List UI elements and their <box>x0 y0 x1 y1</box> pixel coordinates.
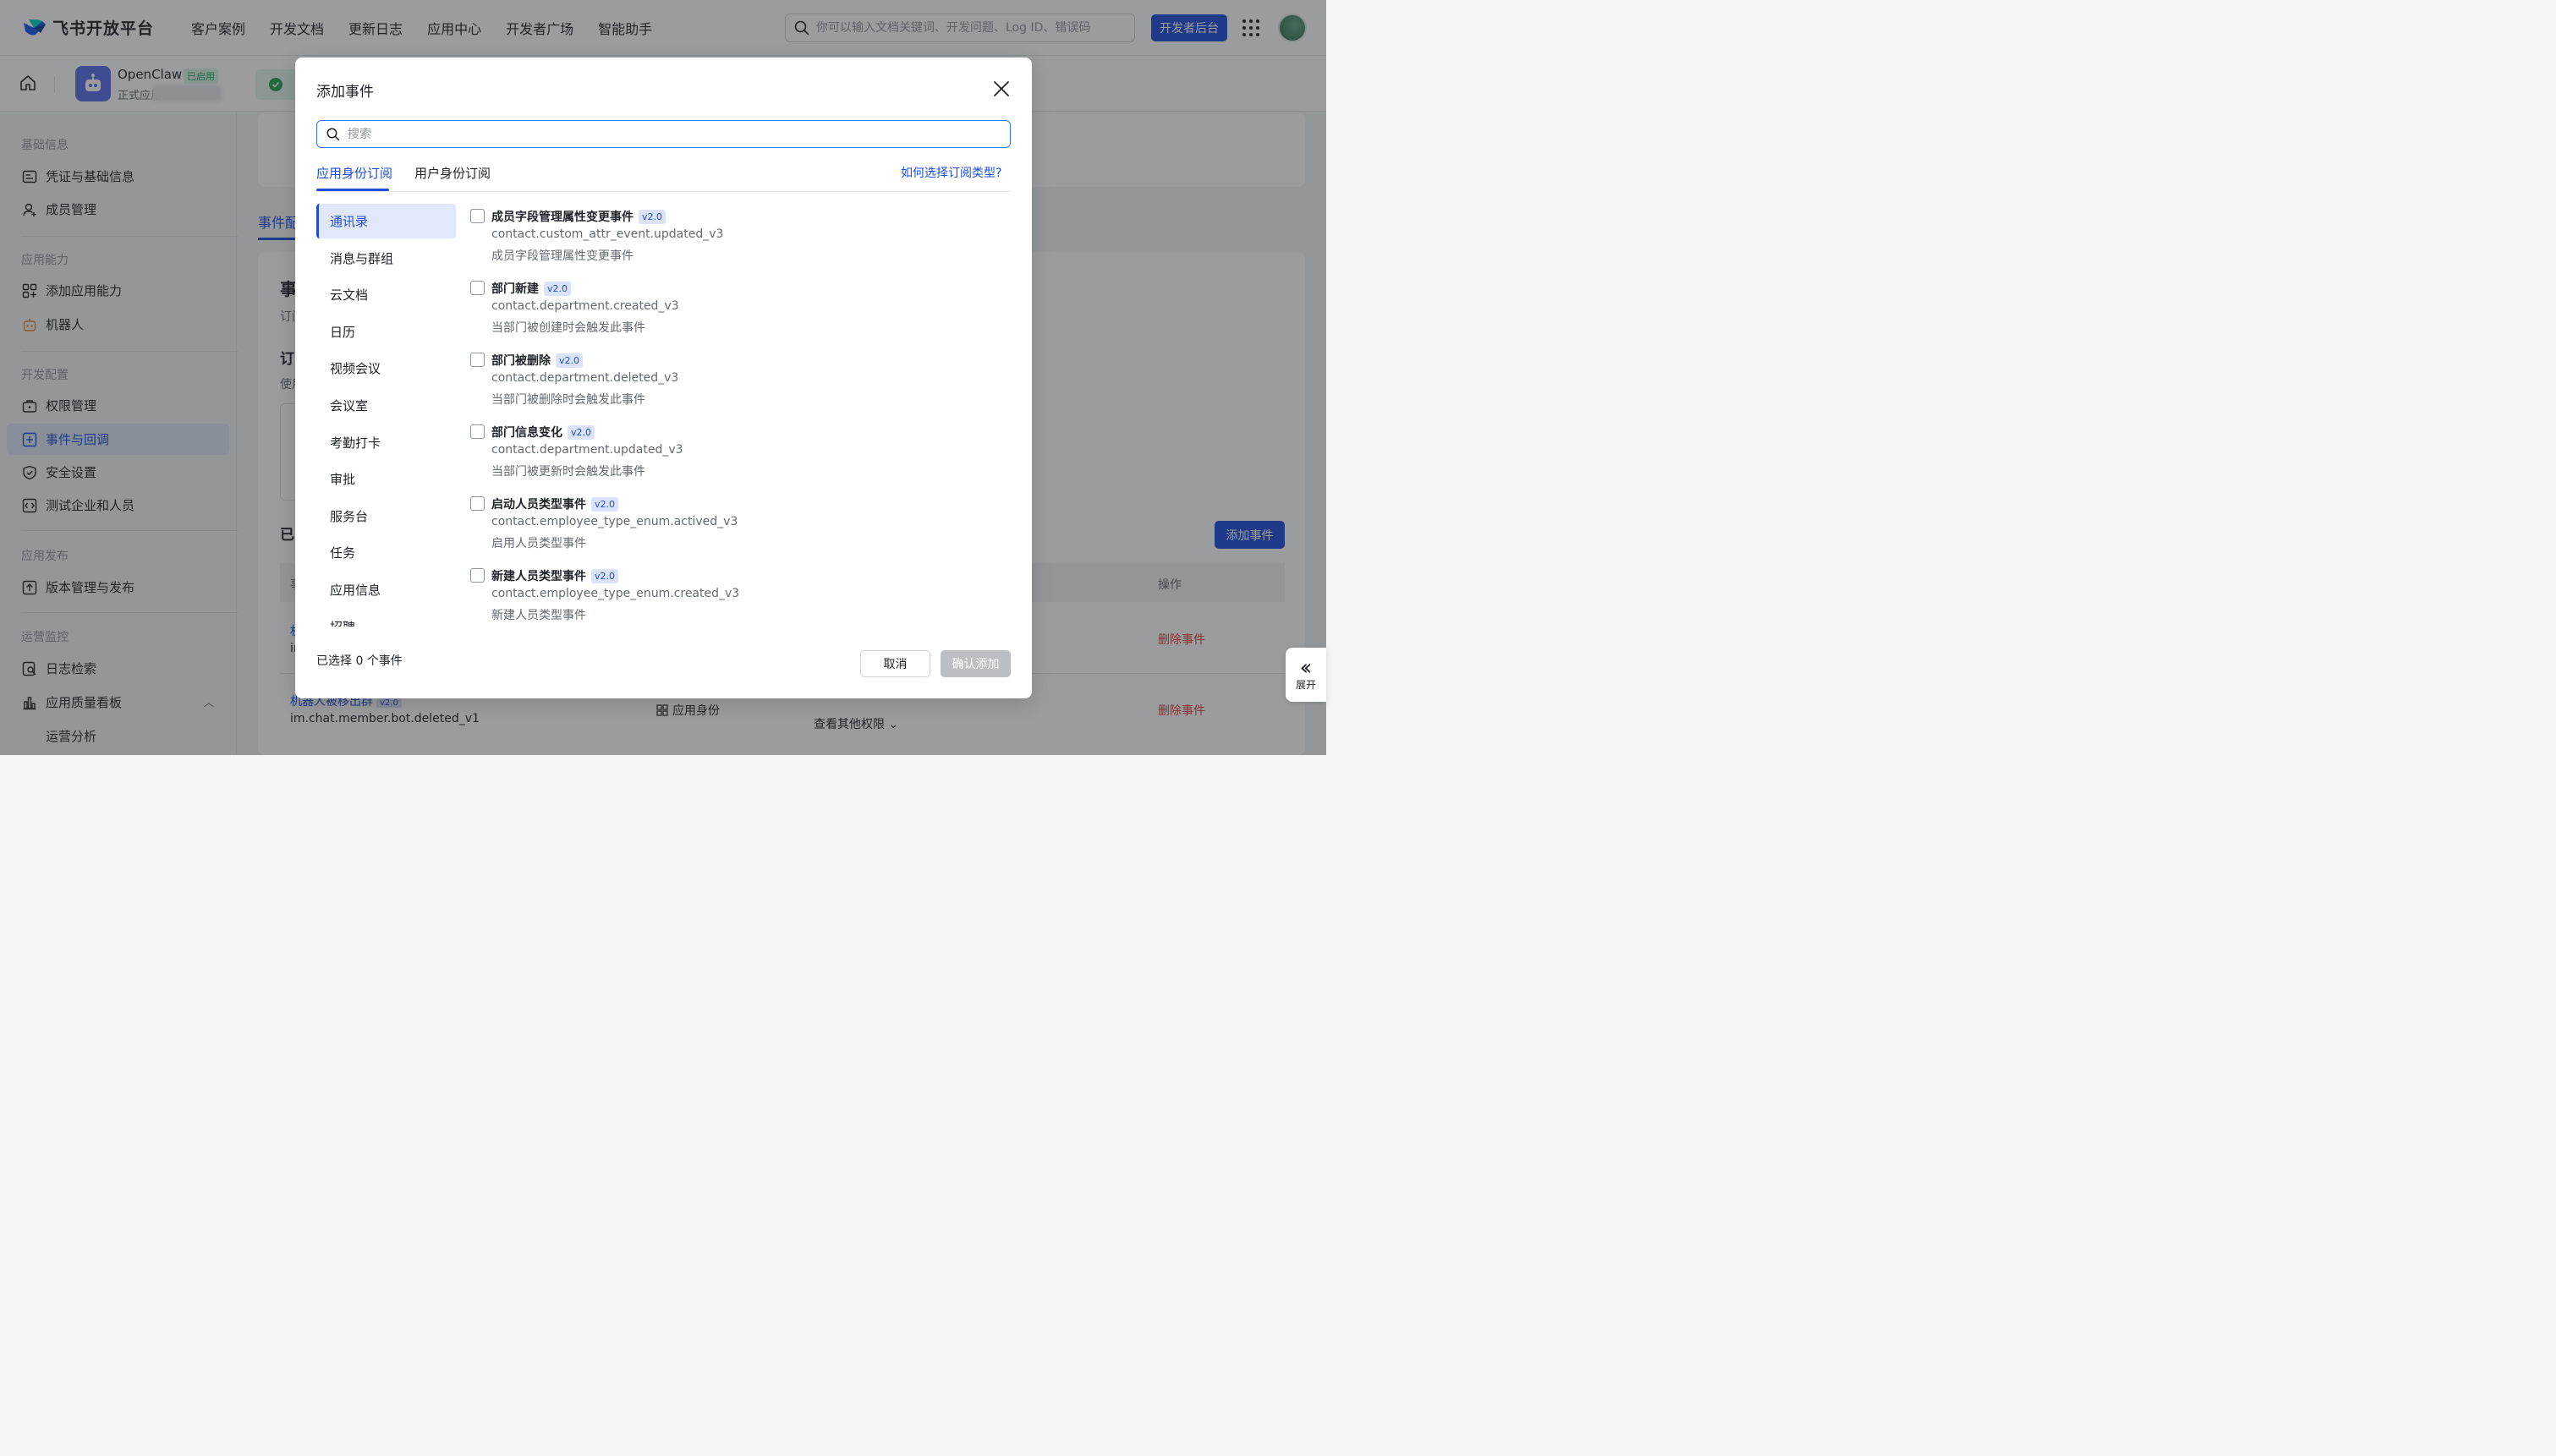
event-title: 部门被删除 <box>491 354 551 368</box>
event-name: 启动人员类型事件 v2.0 <box>491 495 619 512</box>
event-checkbox[interactable] <box>470 568 485 583</box>
event-name: 部门新建 v2.0 <box>491 280 572 297</box>
event-desc: 成员字段管理属性变更事件 <box>491 249 634 263</box>
event-name: 部门被删除 v2.0 <box>491 352 584 369</box>
double-chevron-left-icon: ‹‹ <box>1299 654 1313 681</box>
tab-active-underline <box>316 189 389 191</box>
search-icon <box>326 128 340 140</box>
version-tag: v2.0 <box>568 424 595 440</box>
event-checkbox[interactable] <box>470 353 485 367</box>
version-tag: v2.0 <box>544 281 572 296</box>
version-tag: v2.0 <box>591 568 619 583</box>
event-code: contact.employee_type_enum.actived_v3 <box>491 515 738 528</box>
event-desc: 当部门被删除时会触发此事件 <box>491 393 645 407</box>
event-title: 部门新建 <box>491 282 539 296</box>
event-item: 部门信息变化 v2.0 contact.department.updated_v3… <box>470 420 1012 492</box>
event-checkbox[interactable] <box>470 424 485 439</box>
event-code: contact.department.deleted_v3 <box>491 371 679 385</box>
close-icon[interactable] <box>992 79 1011 98</box>
event-code: contact.custom_attr_event.updated_v3 <box>491 227 724 241</box>
event-desc: 当部门被创建时会触发此事件 <box>491 321 645 335</box>
event-list: 成员字段管理属性变更事件 v2.0 contact.custom_attr_eve… <box>470 205 1012 627</box>
category-approval[interactable]: 审批 <box>316 462 456 496</box>
category-app-info[interactable]: 应用信息 <box>316 572 456 607</box>
event-item: 成员字段管理属性变更事件 v2.0 contact.custom_attr_eve… <box>470 205 1012 276</box>
event-title: 启动人员类型事件 <box>491 498 586 512</box>
expand-label: 展开 <box>1295 678 1316 691</box>
event-checkbox[interactable] <box>470 281 485 295</box>
cancel-button[interactable]: 取消 <box>860 650 930 677</box>
subscription-help-link[interactable]: 如何选择订阅类型? <box>901 164 1001 181</box>
add-event-modal: 添加事件 应用身份订阅 用户身份订阅 如何选择订阅类型? 通讯录 消息与群组 云… <box>295 57 1032 698</box>
category-contacts[interactable]: 通讯录 <box>316 204 456 238</box>
modal-search[interactable] <box>316 120 1011 148</box>
event-checkbox[interactable] <box>470 496 485 511</box>
category-hiring[interactable]: 招聘 <box>316 610 456 627</box>
event-code: contact.department.updated_v3 <box>491 443 683 457</box>
tabs-divider <box>316 191 1011 192</box>
category-calendar[interactable]: 日历 <box>316 315 456 349</box>
tab-app-identity[interactable]: 应用身份订阅 <box>316 164 392 182</box>
version-tag: v2.0 <box>591 496 619 512</box>
expand-button[interactable]: ‹‹ 展开 <box>1286 648 1326 702</box>
event-code: contact.employee_type_enum.created_v3 <box>491 587 740 600</box>
tab-user-identity[interactable]: 用户身份订阅 <box>414 164 491 182</box>
modal-search-input[interactable] <box>348 127 990 141</box>
category-attendance[interactable]: 考勤打卡 <box>316 425 456 460</box>
category-meeting-room[interactable]: 会议室 <box>316 388 456 423</box>
category-tasks[interactable]: 任务 <box>316 535 456 570</box>
event-name: 新建人员类型事件 v2.0 <box>491 567 619 584</box>
category-messages[interactable]: 消息与群组 <box>316 241 456 276</box>
event-item: 启动人员类型事件 v2.0 contact.employee_type_enum.… <box>470 492 1012 564</box>
category-video-meeting[interactable]: 视频会议 <box>316 351 456 386</box>
event-desc: 新建人员类型事件 <box>491 609 586 622</box>
event-desc: 当部门被更新时会触发此事件 <box>491 465 645 479</box>
event-item: 新建人员类型事件 v2.0 contact.employee_type_enum.… <box>470 564 1012 627</box>
event-desc: 启用人员类型事件 <box>491 537 586 550</box>
confirm-add-button[interactable]: 确认添加 <box>941 650 1011 677</box>
selected-count: 已选择 0 个事件 <box>316 654 403 668</box>
event-title: 新建人员类型事件 <box>491 570 586 583</box>
event-title: 部门信息变化 <box>491 426 562 440</box>
event-title: 成员字段管理属性变更事件 <box>491 211 634 224</box>
event-code: contact.department.created_v3 <box>491 299 679 313</box>
modal-title: 添加事件 <box>316 84 374 101</box>
category-helpdesk[interactable]: 服务台 <box>316 499 456 534</box>
version-tag: v2.0 <box>639 209 666 224</box>
event-checkbox[interactable] <box>470 209 485 223</box>
category-list: 通讯录 消息与群组 云文档 日历 视频会议 会议室 考勤打卡 审批 服务台 任务… <box>316 204 456 627</box>
event-name: 成员字段管理属性变更事件 v2.0 <box>491 208 666 225</box>
version-tag: v2.0 <box>556 353 584 368</box>
category-docs[interactable]: 云文档 <box>316 277 456 312</box>
event-item: 部门被删除 v2.0 contact.department.deleted_v3 … <box>470 348 1012 420</box>
event-item: 部门新建 v2.0 contact.department.created_v3 当… <box>470 276 1012 348</box>
event-name: 部门信息变化 v2.0 <box>491 424 595 441</box>
